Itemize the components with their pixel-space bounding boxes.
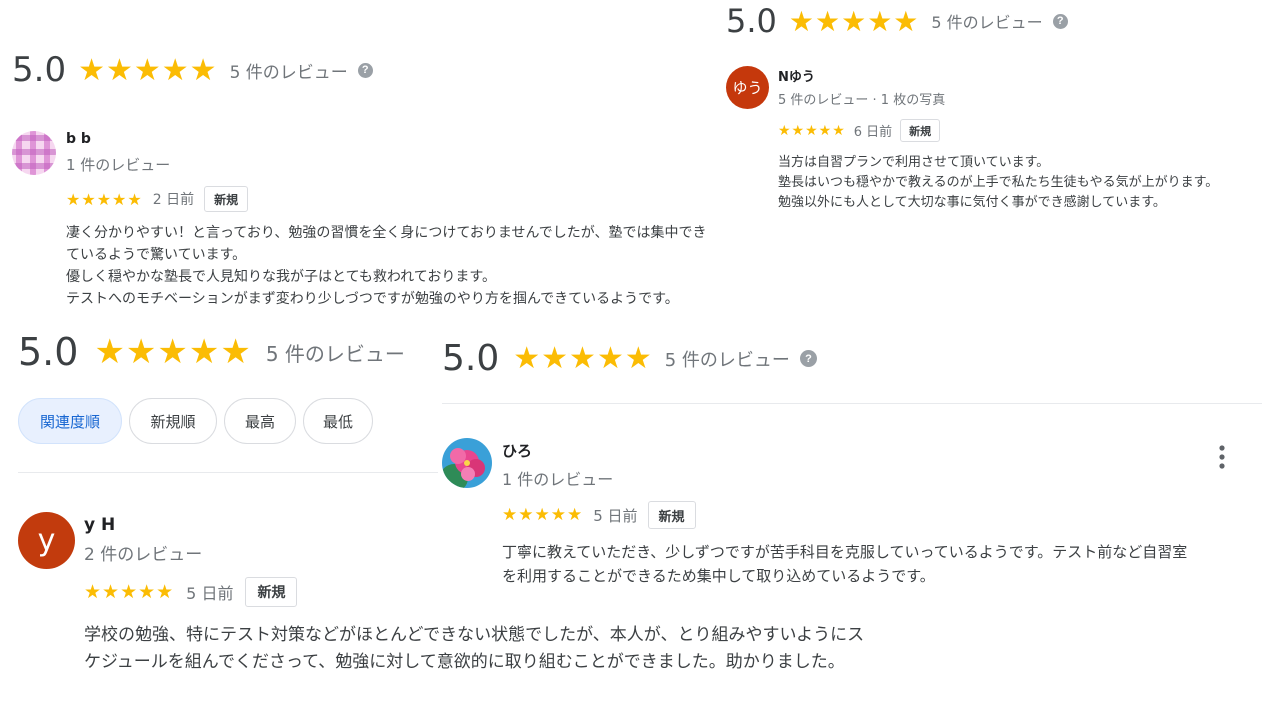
- divider: [18, 472, 438, 473]
- review-text-line: 当方は自習プランで利用させて頂いています。: [778, 155, 1050, 170]
- help-icon[interactable]: ?: [799, 350, 817, 367]
- review-panel-n: 5.0 ★★★★★ 5 件のレビュー ? ゆう Nゆう 5 件のレビュー · 1…: [718, 0, 1280, 218]
- new-badge: 新規: [204, 186, 249, 212]
- reviewer-name[interactable]: ひろ: [502, 440, 532, 461]
- review-panel-bb: 5.0 ★★★★★ 5 件のレビュー ? b b 1 件のレビュー ★★★★★ …: [0, 0, 760, 312]
- rating-summary: 5.0 ★★★★★ 5 件のレビュー ?: [442, 338, 817, 379]
- review-text: 当方は自習プランで利用させて頂いています。 塾長はいつも穏やかで教えるのが上手で…: [778, 153, 1218, 213]
- review-count-link[interactable]: 5 件のレビュー: [266, 338, 405, 367]
- review-text-line: 凄く分かりやすい！と言っており、勉強の習慣を全く身につけておりませんでしたが、塾…: [66, 225, 707, 241]
- review-date: 2 日前: [152, 192, 195, 208]
- review-rating-row: ★★★★★ 5 日前 新規: [84, 577, 298, 607]
- help-icon[interactable]: ?: [1052, 13, 1068, 29]
- sort-chip-newest[interactable]: 新規順: [129, 398, 217, 444]
- rating-stars: ★★★★★: [94, 332, 252, 372]
- reviewer-review-count: 1 件のレビュー: [502, 470, 614, 489]
- review-date: 5 日前: [593, 506, 638, 525]
- review-text-line: を利用することができるため集中して取り込めているようです。: [502, 567, 935, 585]
- help-icon[interactable]: ?: [357, 62, 373, 78]
- review-text-line: 学校の勉強、特にテスト対策などがほとんどできない状態でしたが、本人が、とり組みや…: [84, 625, 865, 645]
- review-rating-row: ★★★★★ 5 日前 新規: [502, 501, 696, 529]
- review-text-line: テストへのモチベーションがまず変わり少しづつですが勉強のやり方を掴んできているよ…: [66, 291, 679, 307]
- sort-chip-relevance[interactable]: 関連度順: [18, 398, 122, 444]
- review-rating-row: ★★★★★ 6 日前 新規: [778, 119, 941, 142]
- rating-score: 5.0: [442, 338, 500, 379]
- rating-summary: 5.0 ★★★★★ 5 件のレビュー ?: [12, 50, 373, 90]
- review-count-link[interactable]: 5 件のレビュー: [931, 9, 1042, 33]
- avatar[interactable]: [442, 438, 492, 488]
- review-count-link[interactable]: 5 件のレビュー: [665, 346, 790, 372]
- rating-stars: ★★★★★: [788, 4, 920, 38]
- new-badge: 新規: [900, 119, 941, 142]
- rating-stars: ★★★★★: [78, 52, 218, 88]
- reviewer-name[interactable]: y H: [84, 515, 115, 535]
- sort-chip-lowest[interactable]: 最低: [303, 398, 373, 444]
- review-panel-hiro: 5.0 ★★★★★ 5 件のレビュー ? ひろ 1 件のレビュー ★★★★★ 5…: [440, 326, 1280, 606]
- avatar-letter: ゆう: [732, 79, 763, 97]
- review-text: 丁寧に教えていただき、少しずつですが苦手科目を克服していっているようです。テスト…: [502, 540, 1187, 588]
- reviewer-name[interactable]: Nゆう: [778, 66, 815, 85]
- avatar[interactable]: y: [18, 512, 75, 569]
- review-text-line: 勉強以外にも人として大切な事に気付く事ができ感謝しています。: [778, 195, 1166, 210]
- sort-chip-highest[interactable]: 最高: [224, 398, 296, 444]
- review-text: 凄く分かりやすい！と言っており、勉強の習慣を全く身につけておりませんでしたが、塾…: [66, 222, 707, 310]
- reviewer-review-count: 1 件のレビュー: [66, 156, 171, 174]
- reviewer-name[interactable]: b b: [66, 131, 91, 147]
- review-rating-row: ★★★★★ 2 日前 新規: [66, 186, 249, 212]
- review-stars: ★★★★★: [778, 122, 846, 139]
- review-stars: ★★★★★: [502, 505, 584, 525]
- review-text-line: ているようで驚いています。: [66, 247, 247, 263]
- review-text: 学校の勉強、特にテスト対策などがほとんどできない状態でしたが、本人が、とり組みや…: [84, 622, 864, 676]
- review-stars: ★★★★★: [84, 581, 175, 603]
- review-text-line: 塾長はいつも穏やかで教えるのが上手で私たち生徒もやる気が上がります。: [778, 175, 1219, 190]
- new-badge: 新規: [647, 501, 696, 529]
- new-badge: 新規: [245, 577, 298, 607]
- review-text-line: ケジュールを組んでくださって、勉強に対して意欲的に取り組むことができました。助か…: [84, 652, 845, 672]
- divider: [442, 403, 1262, 404]
- rating-summary: 5.0 ★★★★★ 5 件のレビュー: [18, 330, 405, 374]
- flower-avatar-image: [442, 438, 492, 488]
- review-count-link[interactable]: 5 件のレビュー: [230, 58, 348, 83]
- plaid-avatar-image: [12, 131, 56, 175]
- avatar-letter: y: [37, 523, 56, 558]
- review-text-line: 優しく穏やかな塾長で人見知りな我が子はとても救われております。: [66, 269, 496, 285]
- review-date: 5 日前: [186, 584, 234, 603]
- reviewer-review-count: 2 件のレビュー: [84, 545, 203, 565]
- review-text-line: 丁寧に教えていただき、少しずつですが苦手科目を克服していっているようです。テスト…: [502, 543, 1188, 561]
- rating-score: 5.0: [726, 2, 777, 40]
- rating-score: 5.0: [12, 50, 67, 90]
- avatar[interactable]: ゆう: [726, 66, 769, 109]
- review-stars: ★★★★★: [66, 189, 143, 209]
- more-vert-icon[interactable]: [1212, 444, 1232, 470]
- reviewer-review-count: 5 件のレビュー · 1 枚の写真: [778, 93, 946, 108]
- rating-score: 5.0: [18, 330, 79, 374]
- avatar[interactable]: [12, 131, 56, 175]
- review-date: 6 日前: [853, 125, 893, 140]
- rating-stars: ★★★★★: [513, 341, 653, 376]
- rating-summary: 5.0 ★★★★★ 5 件のレビュー ?: [726, 2, 1068, 40]
